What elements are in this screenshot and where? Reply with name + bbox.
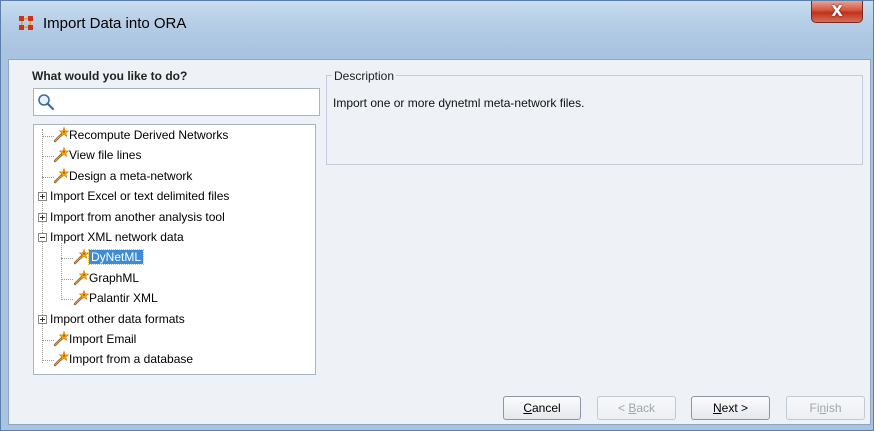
tree-item[interactable]: GraphML <box>34 269 315 288</box>
wizard-wand-icon <box>52 126 70 144</box>
tree-item-label: Design a meta-network <box>69 168 193 183</box>
tree-item[interactable]: Import other data formats <box>34 311 315 329</box>
search-icon <box>38 94 55 111</box>
close-button[interactable]: X <box>811 1 863 23</box>
task-label: What would you like to do? <box>32 69 188 83</box>
tree-item[interactable]: Import from another analysis tool <box>34 209 315 227</box>
tree-item[interactable]: Import XML network data <box>34 229 315 247</box>
tree-item[interactable]: Import Excel or text delimited files <box>34 188 315 206</box>
expand-icon[interactable] <box>38 212 47 222</box>
next-button[interactable]: Next > <box>691 396 770 420</box>
tree-item-label: View file lines <box>69 148 142 163</box>
wizard-wand-icon <box>52 330 70 348</box>
tree-item-label: Import XML network data <box>50 230 184 244</box>
collapse-icon[interactable] <box>38 233 47 242</box>
description-legend: Description <box>332 69 397 83</box>
ora-app-icon <box>19 16 33 30</box>
back-button[interactable]: < Back <box>597 396 676 420</box>
wizard-wand-icon <box>52 167 70 185</box>
wizard-wand-icon <box>72 248 90 266</box>
tree-item[interactable]: View file lines <box>34 147 315 165</box>
tree-item-label: Import other data formats <box>50 311 185 326</box>
tree-item[interactable]: Design a meta-network <box>34 167 315 186</box>
tree-item[interactable]: DyNetML <box>34 249 315 267</box>
import-dialog: Import Data into ORA X What would you li… <box>0 0 874 431</box>
tree-item-label: Import from another analysis tool <box>50 209 225 224</box>
cancel-button[interactable]: Cancel <box>503 396 581 420</box>
description-box <box>326 75 863 165</box>
dialog-body: What would you like to do? Recompute Der… <box>8 59 871 425</box>
tree-item[interactable]: Import Email <box>34 330 315 349</box>
tree-item-label: Import Excel or text delimited files <box>50 189 230 204</box>
tree-item[interactable]: Recompute Derived Networks <box>34 126 315 145</box>
wizard-wand-icon <box>72 269 90 287</box>
task-tree[interactable]: Recompute Derived Networks View file line… <box>33 124 316 375</box>
tree-item-label: Recompute Derived Networks <box>69 128 229 142</box>
expand-icon[interactable] <box>38 314 47 324</box>
tree-item[interactable]: Import from a database <box>34 351 315 369</box>
tree-item-label: Palantir XML <box>89 291 158 306</box>
description-text: Import one or more dynetml meta-network … <box>333 96 585 110</box>
wizard-wand-icon <box>72 289 90 307</box>
tree-item-label: Import from a database <box>69 352 194 367</box>
wizard-wand-icon <box>52 350 70 368</box>
wizard-wand-icon <box>52 146 70 164</box>
search-input[interactable] <box>33 88 320 116</box>
title-bar[interactable]: Import Data into ORA X <box>1 1 873 51</box>
close-icon: X <box>831 2 843 20</box>
expand-icon[interactable] <box>38 192 47 202</box>
tree-item-label: DyNetML <box>87 249 145 266</box>
tree-item-label: Import Email <box>69 332 137 346</box>
tree-item-label: GraphML <box>89 270 140 285</box>
window-title: Import Data into ORA <box>43 15 187 32</box>
tree-item[interactable]: Palantir XML <box>34 289 315 308</box>
finish-button[interactable]: Finish <box>786 396 865 420</box>
